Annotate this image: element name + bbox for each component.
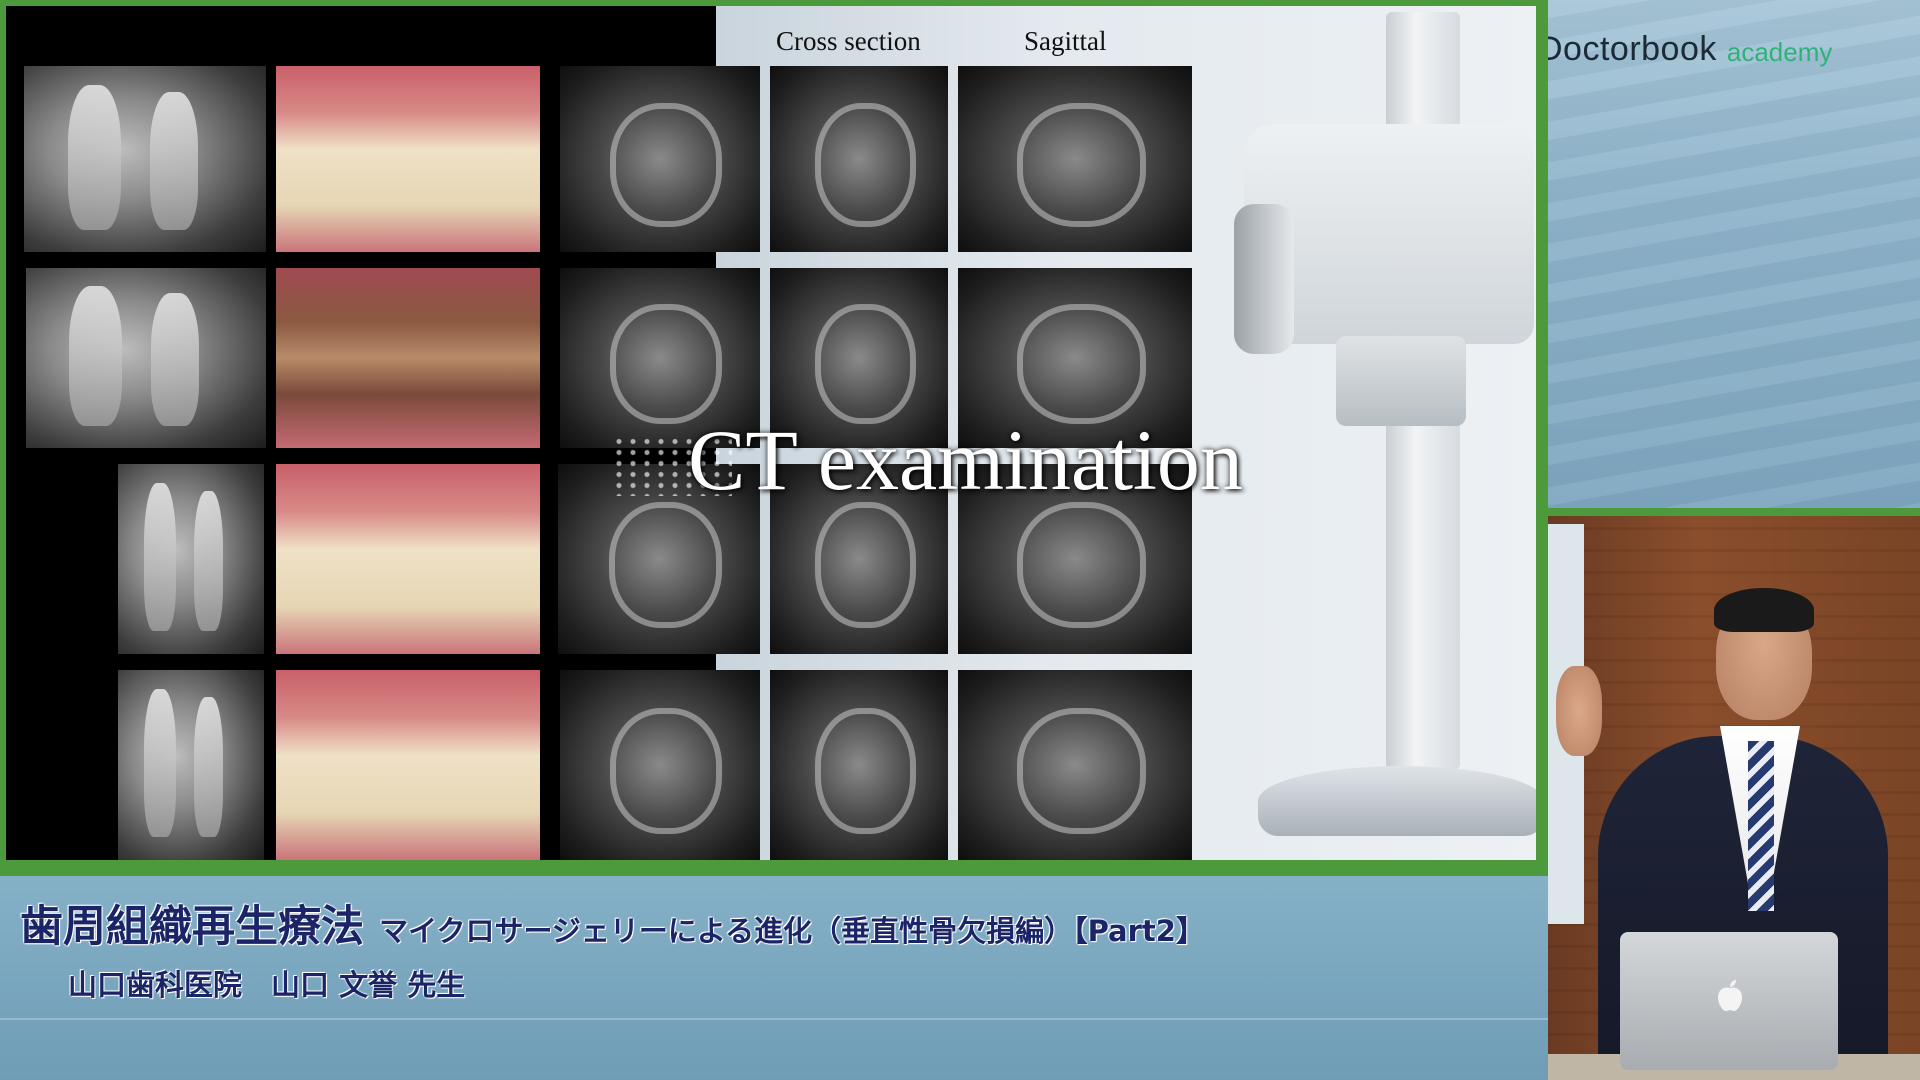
radiograph-image [24, 66, 266, 252]
slide-overlay-title: CT examination [688, 412, 1243, 508]
radiograph-image [26, 268, 266, 448]
course-title-sub: マイクロサージェリーによる進化（垂直性骨欠損編）【Part2】 [379, 914, 1205, 948]
ct-axial-image [560, 670, 760, 860]
brand-name: Doctorbook [1538, 29, 1717, 68]
clinical-photo [276, 464, 540, 654]
speaker-hair [1714, 588, 1814, 632]
course-title-main: 歯周組織再生療法 [20, 902, 364, 952]
ct-scanner-chin-rest [1336, 336, 1466, 426]
speaker-tie [1748, 741, 1774, 911]
column-header-sagittal: Sagittal [1024, 26, 1107, 56]
brand-panel [1548, 0, 1920, 508]
apple-logo-icon [1716, 978, 1744, 1012]
radiograph-image [118, 464, 264, 654]
ct-sagittal-image [958, 66, 1192, 252]
ct-sagittal-image [958, 670, 1192, 860]
speaker-hand [1556, 666, 1602, 756]
ct-scanner-head [1234, 124, 1534, 354]
clinical-photo [276, 670, 540, 860]
speaker-video-frame [1548, 516, 1920, 1080]
clinical-photo [276, 66, 540, 252]
lecturer-name: 山口歯科医院 山口 文誉 先生 [68, 968, 466, 1002]
ct-scanner-base [1258, 766, 1536, 836]
laptop [1620, 932, 1838, 1070]
brand-sub: academy [1726, 36, 1833, 67]
column-header-cross-section: Cross section [776, 26, 921, 56]
slide-content: Cross section Sagittal CT examination [6, 6, 1536, 860]
ct-cross-section-image [770, 670, 948, 860]
speaker-video [1548, 508, 1920, 1080]
radiograph-image [118, 670, 264, 860]
course-title: 歯周組織再生療法 マイクロサージェリーによる進化（垂直性骨欠損編）【Part2】 [20, 892, 1205, 954]
ct-cross-section-image [770, 66, 948, 252]
presentation-slide: Cross section Sagittal CT examination [0, 0, 1548, 868]
ct-axial-image [560, 66, 760, 252]
clinical-photo [276, 268, 540, 448]
